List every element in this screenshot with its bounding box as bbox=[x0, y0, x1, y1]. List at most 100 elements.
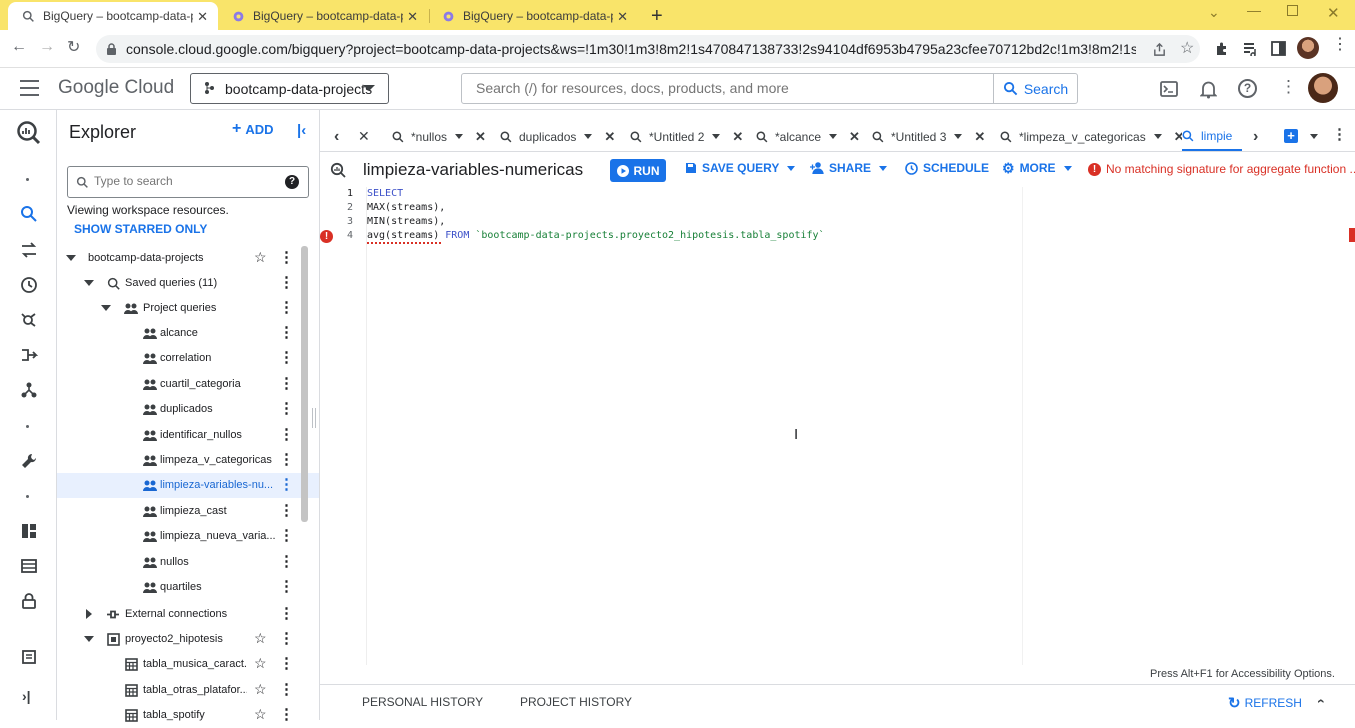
project-history-tab[interactable]: PROJECT HISTORY bbox=[520, 695, 632, 709]
chevron-down-icon[interactable] bbox=[455, 134, 464, 139]
tree-query-row[interactable]: limpieza_nueva_varia... ⋮ bbox=[57, 524, 319, 549]
search-bar[interactable]: Search bbox=[461, 73, 1078, 104]
tree-project-queries-row[interactable]: Project queries ⋮ bbox=[57, 296, 319, 321]
explorer-search-input[interactable] bbox=[94, 174, 274, 188]
query-tab[interactable]: *alcance ✕ bbox=[756, 122, 860, 151]
tree-dataset-row[interactable]: proyecto2_hipotesis ☆ ⋮ bbox=[57, 627, 319, 652]
schedule-button[interactable]: SCHEDULE bbox=[905, 161, 989, 175]
tree-query-row[interactable]: correlation ⋮ bbox=[57, 346, 319, 371]
account-avatar[interactable] bbox=[1308, 73, 1338, 103]
help-icon[interactable]: ? bbox=[285, 175, 299, 189]
bigquery-logo-icon[interactable] bbox=[16, 120, 41, 145]
search-icon[interactable] bbox=[20, 205, 38, 223]
more-vert-icon[interactable]: ⋮ bbox=[279, 427, 294, 442]
more-vert-icon[interactable]: ⋮ bbox=[279, 250, 294, 265]
chevron-down-icon[interactable] bbox=[712, 134, 721, 139]
close-icon[interactable]: ✕ bbox=[197, 9, 208, 25]
more-vert-icon[interactable]: ⋮ bbox=[279, 401, 294, 416]
more-vert-icon[interactable]: ⋮ bbox=[279, 452, 294, 467]
explorer-search-box[interactable]: ? bbox=[67, 166, 309, 198]
dashboard-icon[interactable] bbox=[20, 522, 38, 540]
caret-down-icon[interactable] bbox=[101, 305, 111, 311]
refresh-button[interactable]: ↻ REFRESH bbox=[1228, 694, 1302, 712]
sidepanel-icon[interactable] bbox=[1271, 41, 1286, 56]
new-tab-button[interactable]: + bbox=[651, 5, 663, 28]
tabs-scroll-left-icon[interactable]: ‹ bbox=[334, 122, 339, 151]
tree-query-row[interactable]: alcance ⋮ bbox=[57, 321, 319, 346]
panel-resize-handle[interactable] bbox=[312, 408, 316, 428]
more-vert-icon[interactable]: ⋮ bbox=[279, 325, 294, 340]
tabs-scroll-right-icon[interactable]: › bbox=[1253, 122, 1258, 151]
query-tab[interactable]: *Untitled 2 ✕ bbox=[630, 122, 743, 151]
more-vert-icon[interactable]: ⋮ bbox=[279, 300, 294, 315]
close-icon[interactable]: ✕ bbox=[604, 129, 615, 145]
project-selector[interactable]: bootcamp-data-projects bbox=[190, 73, 389, 104]
close-window-icon[interactable]: ✕ bbox=[1327, 4, 1340, 22]
tree-external-connections-row[interactable]: External connections ⋮ bbox=[57, 602, 319, 627]
bookmark-star-icon[interactable]: ☆ bbox=[1180, 38, 1194, 58]
star-icon[interactable]: ☆ bbox=[254, 250, 267, 264]
expand-nav-icon[interactable]: ›| bbox=[22, 688, 31, 704]
share-button[interactable]: SHARE bbox=[810, 161, 888, 175]
more-vert-icon[interactable]: ⋮ bbox=[279, 682, 294, 697]
sql-editor[interactable]: 1 2 3 4 ! SELECT MAX(streams), MIN(strea… bbox=[320, 187, 1355, 665]
add-button[interactable]: + ADD bbox=[232, 121, 274, 138]
more-vert-icon[interactable]: ⋮ bbox=[279, 579, 294, 594]
tree-query-row[interactable]: identificar_nullos ⋮ bbox=[57, 423, 319, 448]
forward-icon[interactable]: → bbox=[39, 38, 55, 56]
explorer-scrollbar[interactable] bbox=[301, 246, 308, 522]
more-vert-icon[interactable]: ⋮ bbox=[279, 477, 294, 492]
tree-query-row[interactable]: limpeza_v_categoricas ⋮ bbox=[57, 448, 319, 473]
media-icon[interactable] bbox=[1243, 42, 1259, 56]
query-tab[interactable]: limpie bbox=[1182, 122, 1242, 151]
more-vert-icon[interactable]: ⋮ bbox=[279, 554, 294, 569]
chevron-up-icon[interactable]: › bbox=[1311, 699, 1327, 704]
chevron-down-icon[interactable] bbox=[1153, 134, 1162, 139]
tree-table-row[interactable]: tabla_musica_caract... ☆ ⋮ bbox=[57, 652, 319, 677]
maximize-icon[interactable] bbox=[1287, 5, 1298, 16]
pipelines-icon[interactable] bbox=[20, 346, 38, 364]
tree-query-row[interactable]: limpieza_cast ⋮ bbox=[57, 499, 319, 524]
more-vert-icon[interactable]: ⋮ bbox=[279, 528, 294, 543]
address-bar[interactable]: console.cloud.google.com/bigquery?projec… bbox=[96, 35, 1200, 63]
star-icon[interactable]: ☆ bbox=[254, 707, 267, 721]
hamburger-icon[interactable] bbox=[20, 80, 39, 96]
tree-query-row[interactable]: limpieza-variables-nu... ⋮ bbox=[57, 473, 319, 499]
close-icon[interactable]: ✕ bbox=[358, 122, 370, 151]
tree-query-row[interactable]: nullos ⋮ bbox=[57, 550, 319, 575]
query-tab[interactable]: *limpeza_v_categoricas ✕ bbox=[1000, 122, 1185, 151]
close-icon[interactable]: ✕ bbox=[617, 9, 628, 25]
personal-history-tab[interactable]: PERSONAL HISTORY bbox=[362, 695, 483, 709]
tree-table-row[interactable]: tabla_spotify ☆ ⋮ bbox=[57, 703, 319, 728]
notifications-icon[interactable] bbox=[1200, 80, 1217, 99]
tab-search-icon[interactable]: ⌄ bbox=[1208, 4, 1220, 21]
help-icon[interactable]: ? bbox=[1238, 79, 1257, 98]
analytics-hub-icon[interactable] bbox=[20, 311, 38, 329]
caret-right-icon[interactable] bbox=[86, 609, 92, 619]
browser-menu-icon[interactable]: ⋮ bbox=[1332, 37, 1348, 53]
release-notes-icon[interactable] bbox=[20, 648, 38, 666]
new-query-icon[interactable]: + bbox=[1284, 129, 1298, 143]
share-page-icon[interactable] bbox=[1152, 42, 1167, 57]
more-vert-icon[interactable]: ⋮ bbox=[279, 503, 294, 518]
chevron-down-icon[interactable] bbox=[829, 134, 838, 139]
collapse-panel-icon[interactable]: |‹ bbox=[297, 122, 306, 139]
browser-tab-3[interactable]: BigQuery – bootcamp-data-proj ✕ bbox=[428, 2, 638, 30]
star-icon[interactable]: ☆ bbox=[254, 631, 267, 645]
close-icon[interactable]: ✕ bbox=[475, 129, 486, 145]
chevron-down-icon[interactable] bbox=[954, 134, 963, 139]
tree-query-row[interactable]: quartiles ⋮ bbox=[57, 575, 319, 600]
reload-icon[interactable]: ↻ bbox=[67, 37, 80, 57]
caret-down-icon[interactable] bbox=[84, 280, 94, 286]
tree-saved-queries-row[interactable]: Saved queries (11) ⋮ bbox=[57, 271, 319, 296]
query-tab[interactable]: *Untitled 3 ✕ bbox=[872, 122, 985, 151]
more-vert-icon[interactable]: ⋮ bbox=[279, 350, 294, 365]
more-vert-icon[interactable]: ⋮ bbox=[279, 656, 294, 671]
caret-down-icon[interactable] bbox=[66, 255, 76, 261]
star-icon[interactable]: ☆ bbox=[254, 656, 267, 670]
more-vert-icon[interactable]: ⋮ bbox=[279, 606, 294, 621]
wrench-icon[interactable] bbox=[20, 452, 38, 470]
more-vert-icon[interactable]: ⋮ bbox=[279, 275, 294, 290]
search-button[interactable]: Search bbox=[993, 74, 1077, 103]
history-icon[interactable] bbox=[20, 276, 38, 294]
